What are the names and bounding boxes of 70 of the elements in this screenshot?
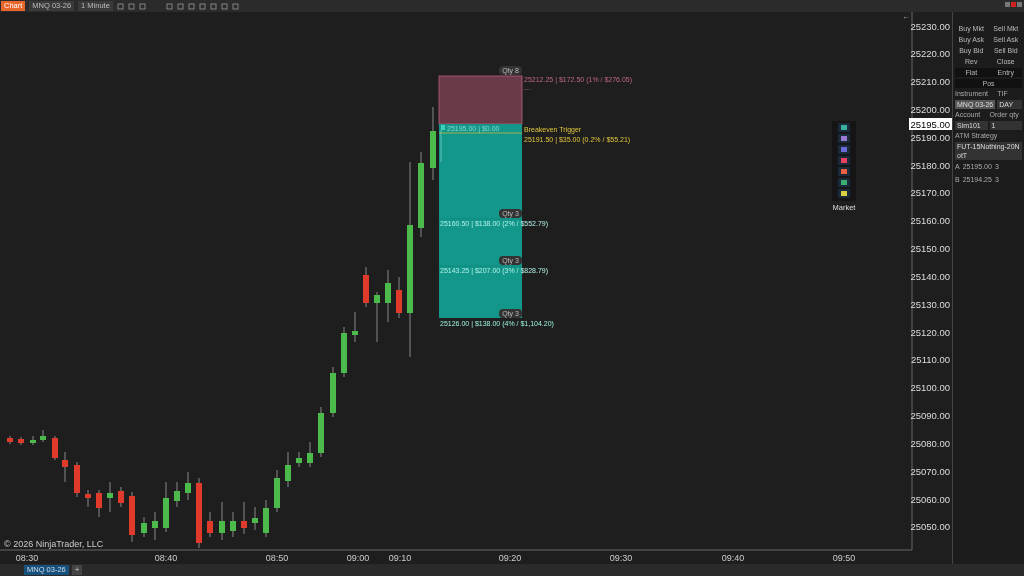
time-label: 08:30 [15, 553, 39, 563]
add-tab-button[interactable]: + [71, 565, 83, 575]
candle [396, 276, 402, 319]
current-price-label: 25195.00 [909, 118, 952, 130]
candle [74, 461, 80, 498]
price-label: 25210.00 [910, 76, 950, 88]
candle [141, 516, 147, 538]
candle [285, 451, 291, 488]
candle [129, 491, 135, 543]
candle [352, 311, 358, 343]
price-label: 25150.00 [910, 243, 950, 255]
price-label: 25100.00 [910, 382, 950, 394]
candle [152, 511, 158, 541]
candle [307, 441, 313, 468]
candle [107, 481, 113, 513]
candle [7, 435, 13, 445]
price-label: 25060.00 [910, 493, 950, 505]
price-label: 25220.00 [910, 48, 950, 60]
candle [62, 451, 68, 483]
price-label: 25120.00 [910, 326, 950, 338]
time-label: 09:30 [609, 553, 633, 563]
time-label: 09:50 [832, 553, 856, 563]
candle [263, 499, 269, 538]
price-label: 25090.00 [910, 410, 950, 422]
price-label: 25200.00 [910, 104, 950, 115]
candle [363, 266, 369, 308]
candle [18, 436, 24, 446]
price-label: 25130.00 [910, 298, 950, 310]
price-label: 25190.00 [910, 131, 950, 143]
time-label: 08:50 [265, 553, 289, 563]
candle [230, 511, 236, 538]
price-label: 25140.00 [910, 270, 950, 282]
candle [52, 435, 58, 461]
price-label: 25180.00 [910, 159, 950, 171]
collapse-arrow[interactable]: ← [902, 12, 910, 21]
price-label: 25160.00 [910, 215, 950, 227]
price-label: 25080.00 [910, 437, 950, 449]
price-label: 25110.00 [911, 354, 950, 366]
candle [241, 501, 247, 535]
candle [196, 477, 202, 549]
price-label: 25070.00 [910, 465, 950, 477]
candle [374, 291, 380, 343]
cursor-line [440, 129, 442, 163]
candle [174, 481, 180, 508]
candle [219, 501, 225, 541]
copyright-text: © 2026 NinjaTrader, LLC [4, 539, 104, 549]
candle [274, 469, 280, 513]
candle [330, 366, 336, 418]
candle [118, 486, 124, 508]
candle [341, 326, 347, 378]
price-label: 25170.00 [910, 187, 950, 199]
candle [207, 511, 213, 538]
candle [318, 406, 324, 458]
entry-handle[interactable] [441, 125, 445, 130]
time-label: 09:20 [498, 553, 522, 563]
candle [30, 435, 36, 446]
price-label: 25230.00 [910, 20, 950, 32]
candle [385, 269, 391, 323]
candle [185, 471, 191, 501]
candle [252, 506, 258, 531]
candle [40, 429, 46, 443]
price-label: 25050.00 [910, 521, 950, 533]
time-label: 09:40 [721, 553, 745, 563]
time-label: 09:10 [388, 553, 412, 563]
candle [85, 489, 91, 508]
time-label: 08:40 [154, 553, 178, 563]
candle [163, 481, 169, 533]
candle [296, 451, 302, 468]
candle [96, 489, 102, 518]
time-label: 09:00 [346, 553, 370, 563]
